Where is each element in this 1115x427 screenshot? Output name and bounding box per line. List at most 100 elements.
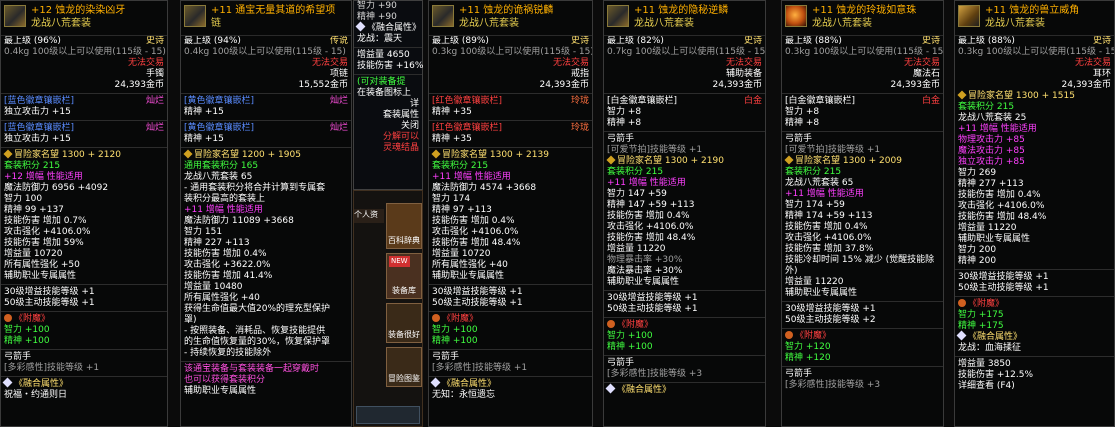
row-value: 史诗 <box>1092 36 1111 46</box>
line-text: 《融合属性》 <box>617 385 672 395</box>
tooltip-line: 24,393金币 <box>604 80 765 91</box>
line-text: 套装积分 215 <box>4 161 61 171</box>
tooltip-line: 智力 +175 <box>955 310 1114 321</box>
tooltip-line: 精神 +175 <box>955 321 1114 332</box>
item-set: 龙战八荒套装 <box>459 18 519 29</box>
tooltip-line: 智力 +100 <box>1 325 167 336</box>
menu-icon-bar[interactable] <box>356 406 420 424</box>
line-text: - 按照装备、消耗品、恢复技能提供 <box>184 326 326 336</box>
menu-item-encyclopedia[interactable]: 百科辞典 <box>386 203 422 249</box>
row-label: [红色徽章镶嵌栏] <box>432 123 503 133</box>
tooltip-line: 精神 +35 <box>429 107 592 118</box>
line-text: - 通用套装积分将合并计算到专属套 <box>184 183 326 193</box>
line-text: 弓箭手 <box>432 352 460 362</box>
line-text: 24,393金币 <box>712 80 763 90</box>
tooltip-line: 技能伤害 增加 0.4% <box>429 216 592 227</box>
divider <box>604 382 765 383</box>
line-text: 技能伤害 +12.5% <box>958 370 1033 380</box>
line-text: +11 增幅 性能适用 <box>432 172 511 182</box>
line-text: 所有属性强化 +40 <box>184 293 260 303</box>
row-label: 最上级 (89%) <box>432 36 489 46</box>
tooltip-line: 弓箭手 <box>429 352 592 363</box>
line-text: 50级主动技能等级 +2 <box>785 315 876 325</box>
line-text: 精神 97 +113 <box>432 205 492 215</box>
menu-label: 百科辞典 <box>388 236 420 245</box>
tooltip-line: [可爱节拍]技能等级 +1 <box>604 145 765 156</box>
row-value: 玲珑 <box>570 123 589 133</box>
line-text: 30级增益技能等级 +1 <box>958 272 1049 282</box>
line-text: 智力 +100 <box>607 331 653 341</box>
tooltip-line: 弓箭手 <box>782 369 943 380</box>
tooltip-line: 弓箭手 <box>604 358 765 369</box>
tooltip-line: 精神 +100 <box>604 342 765 353</box>
tooltip-line: 智力 100 <box>1 194 167 205</box>
divider <box>955 296 1114 297</box>
item-icon <box>432 5 454 27</box>
line-text: 30级增益技能等级 +1 <box>432 287 523 297</box>
divider <box>1 120 167 121</box>
tooltip-line: 冒险家名望 1300 + 1515 <box>955 90 1114 102</box>
row-label: 最上级 (94%) <box>184 36 241 46</box>
line-text: 独立攻击力 +85 <box>958 157 1025 167</box>
tooltip-line: 《融合属性》 <box>604 383 765 396</box>
tooltip-header: +11 蚀龙的诡祸锐麟 龙战八荒套装 <box>429 1 592 36</box>
tooltip-line: 无法交易 <box>955 58 1114 69</box>
divider <box>604 131 765 132</box>
tooltip-line: 《附魔》 <box>955 299 1114 310</box>
horn-icon <box>958 5 980 27</box>
line-text: 技能伤害 增加 0.4% <box>607 211 690 221</box>
tooltip-line: 技能伤害 增加 48.4% <box>955 212 1114 223</box>
line-text: 魔法防御力 11089 +3668 <box>184 216 294 226</box>
line-text: 智力 174 +59 <box>785 200 845 210</box>
menu-item-personal[interactable]: 个人资 <box>354 209 384 223</box>
line-text: 技能伤害 增加 0.4% <box>432 216 515 226</box>
tooltip-line: 50级主动技能等级 +1 <box>955 283 1114 294</box>
tooltip-line: 弓箭手 <box>604 134 765 145</box>
line-text: 独立攻击力 +15 <box>4 107 71 117</box>
tooltip-line: 精神 227 +113 <box>181 238 351 249</box>
line-text: 攻击强化 +4106.0% <box>958 201 1045 211</box>
tooltip-line: 精神 +8 <box>782 118 943 129</box>
tooltip-line: 50级主动技能等级 +2 <box>782 315 943 326</box>
tooltip-line: 0.3kg 100级以上可以使用(115级 - 15) <box>955 47 1114 58</box>
menu-item-equip-lib[interactable]: NEW 装备库 <box>386 253 422 299</box>
divider <box>1 147 167 148</box>
line-text: 技能伤害 增加 59% <box>4 238 84 248</box>
tooltip-line: 技能伤害 增加 0.4% <box>955 190 1114 201</box>
stat-row: [黄色徽章镶嵌栏] 灿烂 <box>181 96 351 107</box>
overlay-stat: 智力 +90 <box>357 1 397 11</box>
enchant-icon <box>4 314 12 322</box>
line-text: 技能冷却时间 15% 减少 (觉醒技能除 <box>785 255 935 265</box>
line-text: 弓箭手 <box>607 358 635 368</box>
tooltip-line: 智力 147 +59 <box>604 189 765 200</box>
menu-label: 装备很好 <box>388 330 420 339</box>
tooltip-line: 智力 +120 <box>782 342 943 353</box>
divider <box>782 301 943 302</box>
tooltip-line: 精神 147 +59 +113 <box>604 200 765 211</box>
stat-row: [白金徽章镶嵌栏] 白金 <box>604 96 765 107</box>
divider <box>955 356 1114 357</box>
tooltip-line: - 按照装备、消耗品、恢复技能提供 <box>181 326 351 337</box>
tooltip-line: 所有属性强化 +50 <box>1 260 167 271</box>
tooltip-line: 智力 +100 <box>604 331 765 342</box>
tooltip-line: 精神 277 +113 <box>955 179 1114 190</box>
line-text: 精神 +175 <box>958 321 1004 331</box>
tooltip-line: 攻击强化 +4106.0% <box>429 227 592 238</box>
tooltip-line: 物理暴击率 +30% <box>604 255 765 266</box>
tooltip-body: 最上级 (88%) 史诗 0.3kg 100级以上可以使用(115级 - 15) 无法… <box>955 36 1114 392</box>
tooltip-header: +11 通宝无量其道的希望项 链 <box>181 1 351 36</box>
line-text: 50级主动技能等级 +1 <box>958 283 1049 293</box>
menu-item-equip-good[interactable]: 装备很好 <box>386 303 422 343</box>
tooltip-line: 智力 +8 <box>782 107 943 118</box>
item-tooltip-ring: +11 蚀龙的诡祸锐麟 龙战八荒套装 最上级 (89%) 史诗 0.3kg 100级… <box>428 0 593 427</box>
menu-item-guide[interactable]: 冒险图鉴 <box>386 347 422 387</box>
menu-label: 冒险图鉴 <box>388 374 420 383</box>
tooltip-line: 冒险家名望 1300 + 2120 <box>1 149 167 161</box>
line-text: 无法交易 <box>903 58 940 68</box>
line-text: 物理暴击率 +30% <box>607 255 683 265</box>
overlay-note: (可对装备提 <box>357 77 406 87</box>
line-text: 辅助装备 <box>725 69 762 79</box>
row-label: 最上级 (96%) <box>4 36 61 46</box>
tooltip-line: - 持续恢复的技能除外 <box>181 348 351 359</box>
line-text: 智力 +8 <box>785 107 820 117</box>
